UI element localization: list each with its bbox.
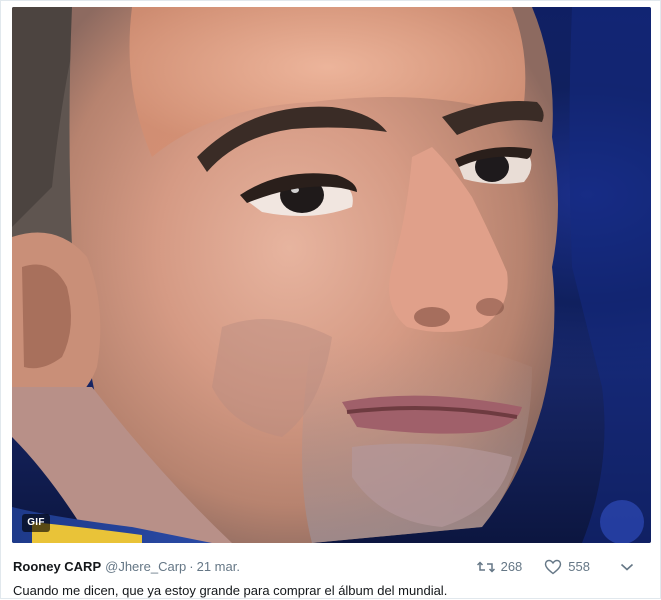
tweet-meta: Rooney CARP @Jhere_Carp · 21 mar. (13, 557, 240, 577)
tweet-card: GIF Rooney CARP @Jhere_Carp · 21 mar. 268 (0, 0, 661, 599)
tweet-date[interactable]: 21 mar. (197, 559, 240, 574)
retweet-icon (476, 560, 495, 574)
tweet-media-gif[interactable]: GIF (12, 7, 651, 543)
gif-frame-image (12, 7, 651, 543)
like-count: 558 (568, 559, 590, 574)
like-button[interactable]: 558 (544, 556, 590, 578)
gif-badge: GIF (22, 514, 50, 532)
chevron-down-icon (620, 560, 634, 575)
meta-separator: · (189, 559, 194, 574)
tweet-text: Cuando me dicen, que ya estoy grande par… (13, 583, 448, 598)
more-options-button[interactable] (620, 560, 634, 575)
tweet-actions: 268 558 (476, 556, 634, 578)
retweet-button[interactable]: 268 (476, 556, 523, 578)
author-handle[interactable]: @Jhere_Carp (105, 559, 186, 574)
author-name[interactable]: Rooney CARP (13, 559, 101, 574)
heart-icon (544, 559, 562, 575)
retweet-count: 268 (500, 559, 523, 574)
